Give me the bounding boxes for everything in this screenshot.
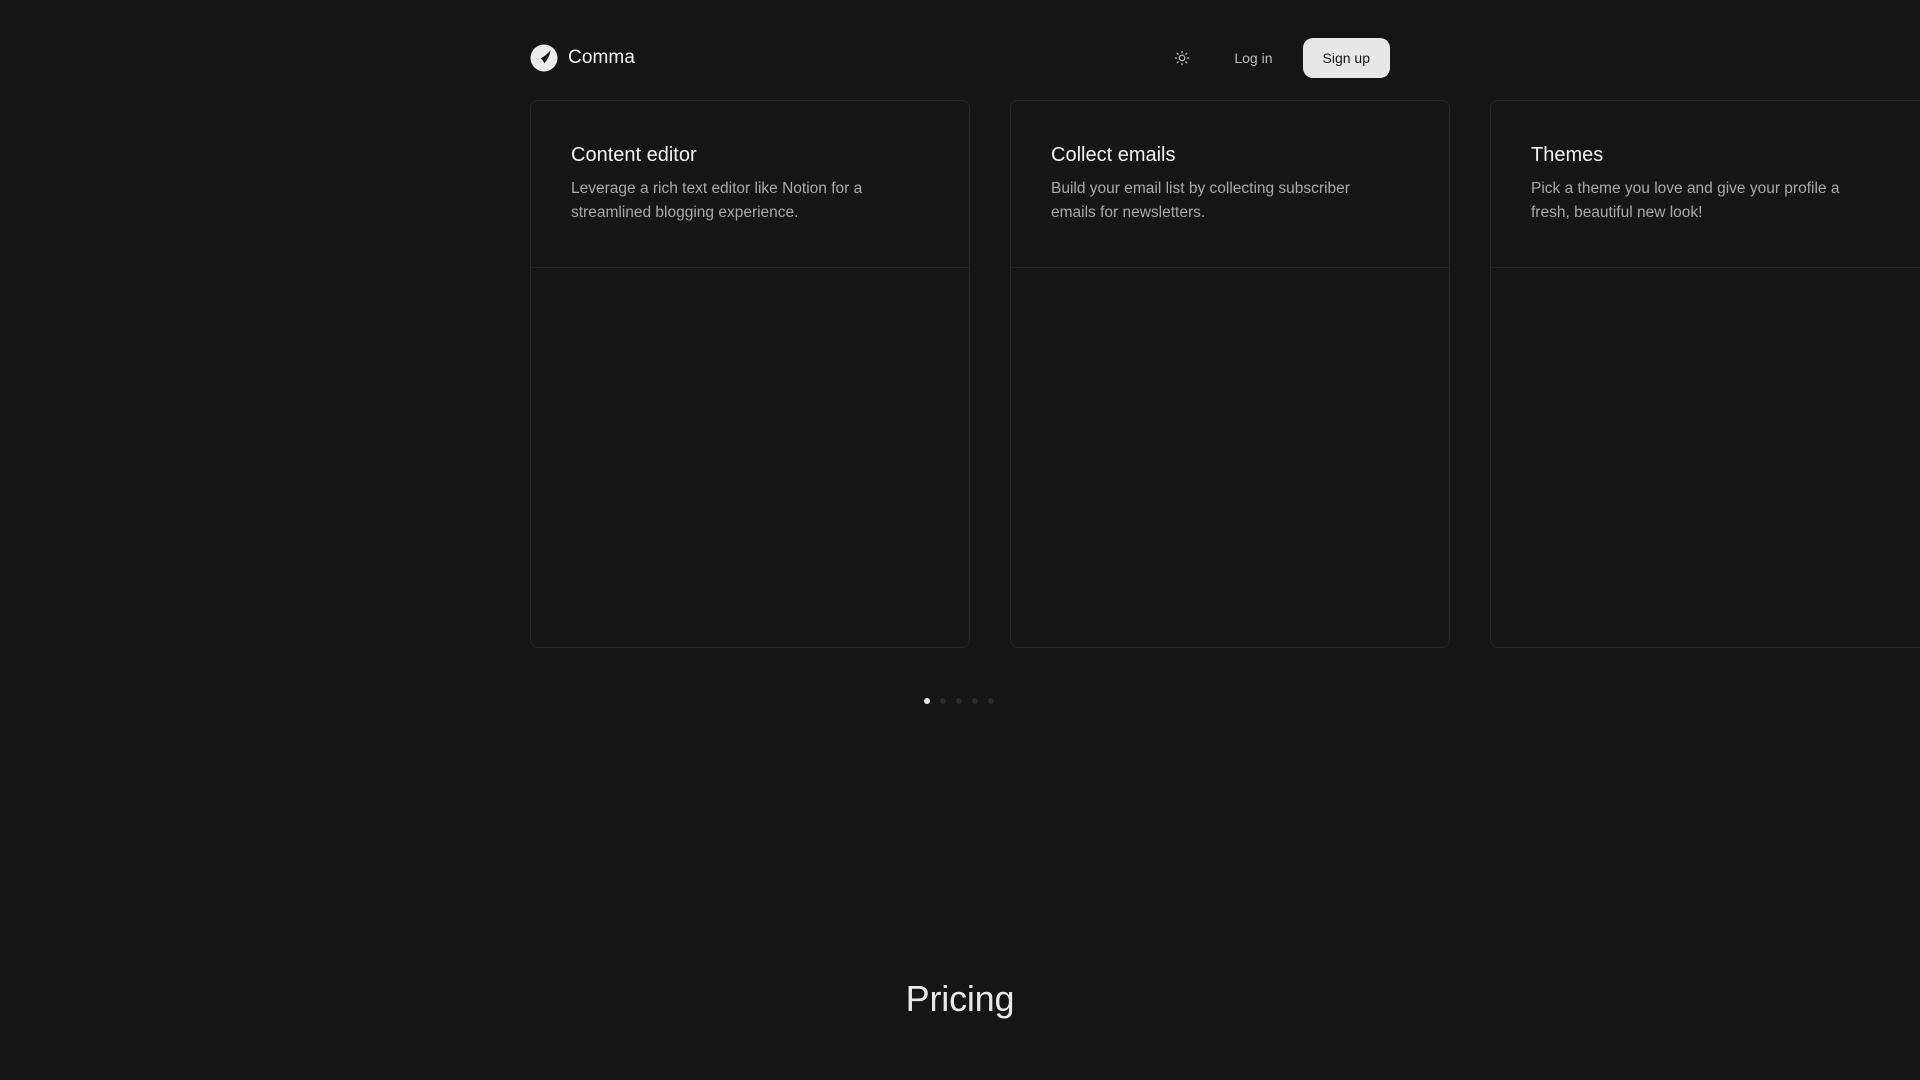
feature-card-themes: Themes Pick a theme you love and give yo… (1490, 100, 1920, 648)
feature-preview (531, 268, 969, 647)
sun-icon (1174, 50, 1190, 66)
feature-card-header: Content editor Leverage a rich text edit… (531, 101, 969, 268)
feature-title: Collect emails (1051, 144, 1176, 166)
carousel-pagination (924, 698, 994, 704)
brand-name: Comma (568, 47, 636, 68)
feature-card-header: Collect emails Build your email list by … (1011, 101, 1449, 268)
pricing-heading: Pricing (905, 978, 1015, 1019)
feature-description: Build your email list by collecting subs… (1051, 180, 1350, 221)
feature-description: Leverage a rich text editor like Notion … (571, 180, 863, 221)
carousel-dot-1[interactable] (924, 698, 930, 704)
carousel-dot-5[interactable] (988, 698, 994, 704)
feature-card-header: Themes Pick a theme you love and give yo… (1491, 101, 1920, 268)
theme-toggle-button[interactable] (1166, 42, 1198, 74)
carousel-dot-4[interactable] (972, 698, 978, 704)
feature-carousel[interactable]: Content editor Leverage a rich text edit… (530, 100, 1920, 650)
header-actions: Log in Sign up (1166, 38, 1390, 78)
feature-description: Pick a theme you love and give your prof… (1531, 180, 1840, 221)
feature-title: Themes (1531, 144, 1604, 166)
login-button[interactable]: Log in (1224, 42, 1282, 74)
feature-preview (1491, 268, 1920, 647)
feature-card-collect-emails: Collect emails Build your email list by … (1010, 100, 1450, 648)
carousel-dot-3[interactable] (956, 698, 962, 704)
landing-page: Comma Log in Sign up Content editor Leve… (0, 0, 1920, 1080)
site-header: Comma Log in Sign up (530, 38, 1390, 78)
feature-title: Content editor (571, 144, 697, 166)
feature-card-content-editor: Content editor Leverage a rich text edit… (530, 100, 970, 648)
brand-link[interactable]: Comma (530, 44, 635, 72)
signup-button[interactable]: Sign up (1302, 38, 1390, 78)
carousel-dot-2[interactable] (940, 698, 946, 704)
comma-logo-icon (530, 44, 558, 72)
feature-preview (1011, 268, 1449, 647)
